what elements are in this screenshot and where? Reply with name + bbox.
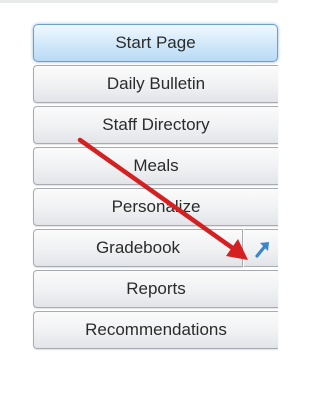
nav-meals-button[interactable]: Meals: [33, 147, 278, 185]
nav-start-page-button[interactable]: Start Page: [33, 24, 278, 62]
nav-gradebook-button[interactable]: Gradebook: [33, 229, 243, 267]
nav-daily-bulletin-button[interactable]: Daily Bulletin: [33, 65, 278, 103]
nav-staff-directory-label: Staff Directory: [102, 115, 210, 134]
gradebook-launch-button[interactable]: [244, 229, 278, 267]
external-link-arrow-icon: [255, 242, 269, 258]
nav-reports-button[interactable]: Reports: [33, 270, 278, 308]
nav-personalize-label: Personalize: [111, 197, 201, 216]
portal-nav-screenshot: Start Page Daily Bulletin Staff Director…: [0, 0, 278, 407]
nav-meals-label: Meals: [133, 156, 179, 175]
nav-reports-label: Reports: [126, 279, 186, 298]
nav-staff-directory-button[interactable]: Staff Directory: [33, 106, 278, 144]
nav-gradebook-label: Gradebook: [95, 238, 181, 257]
top-divider: [0, 0, 278, 3]
nav-personalize-button[interactable]: Personalize: [33, 188, 278, 226]
nav-recommendations-label: Recommendations: [85, 320, 227, 339]
nav-start-page-label: Start Page: [115, 33, 196, 52]
nav-daily-bulletin-label: Daily Bulletin: [106, 74, 206, 93]
nav-recommendations-button[interactable]: Recommendations: [33, 311, 278, 349]
